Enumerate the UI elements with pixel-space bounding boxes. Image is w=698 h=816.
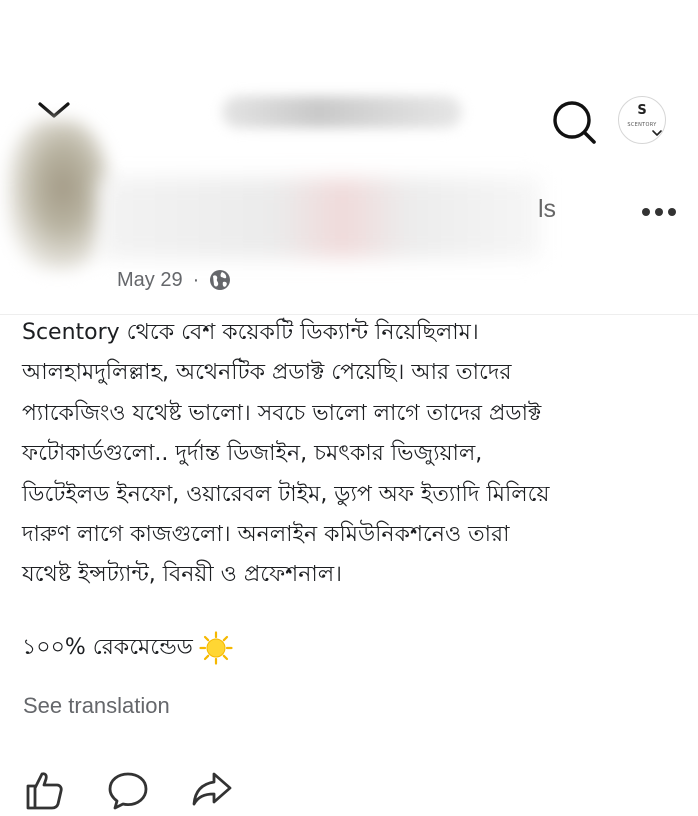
page-avatar-mark: S — [637, 103, 647, 118]
post-actions-bar — [0, 768, 698, 810]
like-button[interactable] — [22, 768, 66, 812]
comment-icon — [108, 772, 148, 810]
sun-emoji-icon — [199, 631, 233, 665]
share-button[interactable] — [190, 768, 234, 812]
share-icon — [192, 772, 232, 806]
post-text-line: Scentory থেকে বেশ কয়েকটি ডিক্যান্ট নিয়… — [22, 320, 479, 345]
post-text-line: আলহামদুলিল্লাহ, অথেনটিক প্রডাক্ট পেয়েছি… — [22, 360, 512, 386]
blurred-page-title — [222, 96, 462, 128]
blurred-author-name[interactable] — [100, 178, 540, 258]
like-icon — [26, 772, 63, 810]
search-button[interactable] — [550, 98, 598, 146]
post-meta: May 29 · — [117, 266, 231, 294]
post-text-line: ফটোকার্ডগুলো.. দুর্দান্ত ডিজাইন, চমৎকার … — [22, 441, 483, 467]
post-text-line: দারুণ লাগে কাজগুলো। অনলাইন কমিউনিকশনেও ত… — [22, 521, 510, 547]
see-translation-link[interactable]: See translation — [23, 693, 170, 719]
post-date[interactable]: May 29 — [117, 269, 183, 292]
post-text-line: প্যাকেজিংও যথেষ্ট ভালো। সবচে ভালো লাগে ত… — [22, 400, 542, 426]
search-icon — [553, 101, 596, 144]
chevron-down-icon — [652, 130, 662, 136]
top-bar: S SCENTORY — [0, 0, 698, 165]
more-options-button[interactable] — [640, 202, 680, 222]
recommendation-text: ১০০% রেকমেন্ডেড — [22, 634, 193, 660]
post-text-line: যথেষ্ট ইন্সট্যান্ট, বিনয়ী ও প্রফেশনাল। — [22, 562, 342, 588]
page-switcher-button[interactable]: S SCENTORY — [618, 96, 668, 146]
author-name-visible-part[interactable]: ls — [538, 195, 556, 224]
meta-separator: · — [192, 268, 200, 291]
recommendation-line: ১০০% রেকমেন্ডেড — [22, 628, 233, 668]
post-text-line: ডিটেইলড ইনফো, ওয়ারেবল টাইম, ড্যুপ অফ ইত… — [22, 481, 550, 507]
more-dots-icon — [642, 208, 676, 216]
post-text: Scentory থেকে বেশ কয়েকটি ডিক্যান্ট নিয়… — [22, 313, 682, 596]
author-avatar[interactable] — [8, 120, 108, 270]
comment-button[interactable] — [106, 768, 150, 812]
globe-icon — [210, 270, 231, 290]
